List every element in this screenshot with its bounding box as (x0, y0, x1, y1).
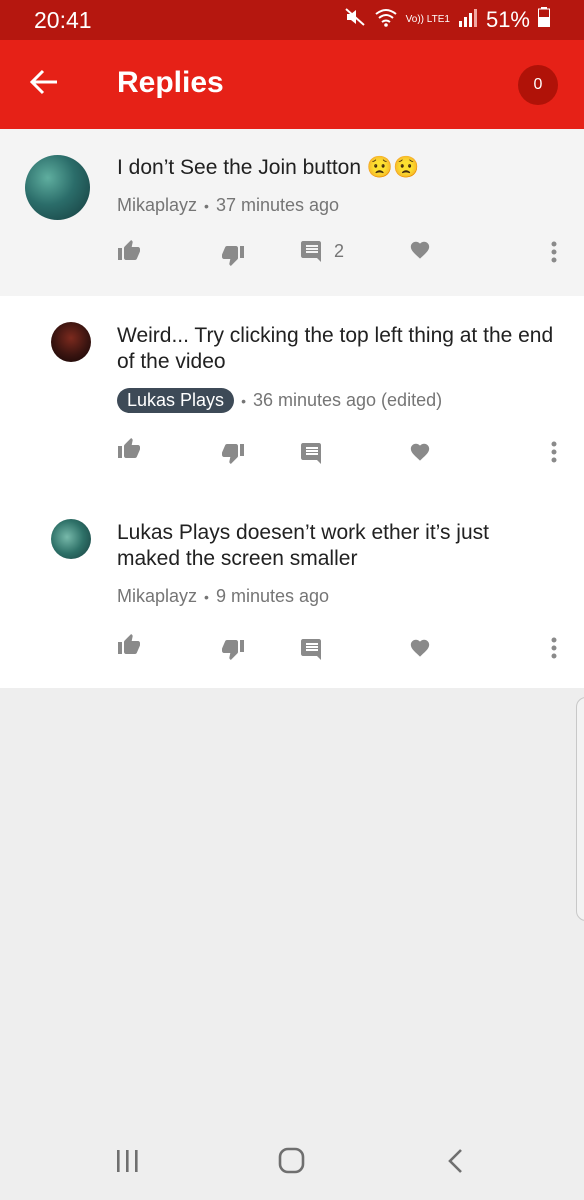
comment-icon (300, 441, 324, 465)
avatar[interactable] (51, 322, 91, 362)
count-badge[interactable]: 0 (518, 65, 558, 105)
thumb-down-icon (220, 243, 246, 267)
comment-icon (300, 239, 324, 263)
comment-text: I don’t See the Join button 😟😟 (117, 156, 420, 179)
thumb-up-icon (116, 437, 142, 461)
reply-comment: Lukas Plays doesen’t work ether it’s jus… (0, 493, 584, 688)
signal-icon (458, 7, 478, 33)
avatar[interactable] (51, 519, 91, 559)
like-button[interactable] (116, 633, 142, 657)
comment-time: 36 minutes ago (edited) (252, 390, 443, 410)
comment-time: 9 minutes ago (215, 586, 330, 606)
edge-panel-handle[interactable] (576, 697, 584, 921)
separator-dot: • (241, 392, 246, 409)
more-vert-icon (548, 439, 560, 465)
heart-button[interactable] (408, 441, 432, 463)
reply-button[interactable] (300, 637, 324, 661)
more-vert-icon (548, 635, 560, 661)
comment-actions (0, 633, 584, 669)
network-label: Vo)) LTE1 (405, 14, 450, 25)
comment-meta: Lukas Plays • 36 minutes ago (edited) (117, 388, 442, 413)
like-button[interactable] (116, 437, 142, 461)
dislike-button[interactable] (220, 637, 246, 661)
dislike-button[interactable] (220, 243, 246, 267)
app-bar: Replies 0 (0, 40, 584, 129)
separator-dot: • (204, 197, 209, 214)
battery-icon (538, 7, 550, 33)
more-options-button[interactable] (548, 439, 560, 465)
comment-author[interactable]: Mikaplayz (117, 195, 197, 216)
wifi-icon (374, 7, 398, 33)
comment-time: 37 minutes ago (215, 195, 340, 215)
comment-meta: Mikaplayz • 37 minutes ago (117, 195, 339, 216)
more-vert-icon (548, 239, 560, 265)
back-button[interactable] (24, 66, 64, 102)
heart-button[interactable] (408, 239, 432, 261)
back-arrow-icon (29, 68, 59, 101)
avatar[interactable] (25, 155, 90, 220)
heart-icon (408, 441, 432, 463)
reply-comment: Weird... Try clicking the top left thing… (0, 296, 584, 493)
thumb-up-icon (116, 239, 142, 263)
navigation-bar (0, 1124, 584, 1200)
comment-actions (0, 437, 584, 473)
more-options-button[interactable] (548, 239, 560, 265)
author-chip[interactable]: Lukas Plays (117, 388, 235, 413)
thumb-down-icon (220, 441, 246, 465)
thumb-down-icon (220, 637, 246, 661)
comment-text: Weird... Try clicking the top left thing… (117, 324, 554, 373)
parent-comment: I don’t See the Join button 😟😟 Mikaplayz… (0, 129, 584, 296)
reply-count: 2 (334, 240, 345, 261)
separator-dot: • (204, 588, 209, 605)
recent-apps-icon (112, 1146, 142, 1181)
status-time: 20:41 (34, 7, 92, 33)
recent-apps-button[interactable] (112, 1146, 142, 1181)
thumb-up-icon (116, 633, 142, 657)
more-options-button[interactable] (548, 635, 560, 661)
battery-text: 51% (485, 7, 530, 32)
comment-icon (300, 637, 324, 661)
comment-text: Lukas Plays doesen’t work ether it’s jus… (117, 521, 489, 570)
comment-meta: Mikaplayz • 9 minutes ago (117, 586, 329, 607)
back-icon (442, 1146, 472, 1181)
home-icon (277, 1146, 307, 1181)
reply-button[interactable] (300, 441, 324, 465)
system-back-button[interactable] (442, 1146, 472, 1181)
reply-button[interactable]: 2 (300, 239, 344, 263)
mute-icon (344, 7, 366, 33)
home-button[interactable] (277, 1146, 307, 1181)
heart-icon (408, 239, 432, 261)
heart-button[interactable] (408, 637, 432, 659)
comment-author[interactable]: Mikaplayz (117, 586, 197, 607)
status-bar: 20:41 Vo)) LTE1 51% (0, 0, 584, 40)
heart-icon (408, 637, 432, 659)
comment-actions: 2 (0, 239, 584, 275)
status-icons: Vo)) LTE1 51% (344, 7, 550, 33)
like-button[interactable] (116, 239, 142, 263)
dislike-button[interactable] (220, 441, 246, 465)
page-title: Replies (117, 66, 224, 99)
